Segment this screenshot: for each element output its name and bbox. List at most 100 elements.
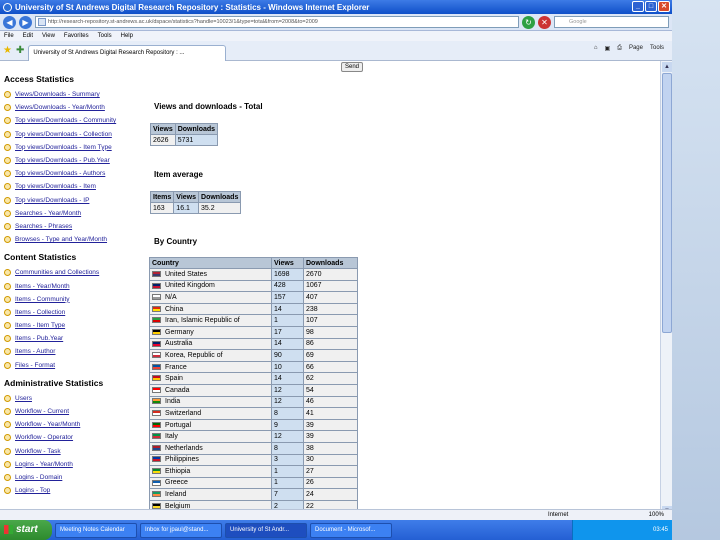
sidebar-item[interactable]: Browses - Type and Year/Month (4, 233, 149, 246)
sidebar-link[interactable]: Users (15, 395, 32, 402)
sidebar-item[interactable]: Top views/Downloads - Community (4, 114, 149, 127)
sidebar-link[interactable]: Items - Community (15, 296, 70, 303)
refresh-icon[interactable]: ↻ (522, 15, 535, 29)
average-table: Items Views Downloads 163 16.1 35.2 (149, 191, 242, 214)
scroll-up-icon[interactable]: ▲ (662, 62, 672, 72)
start-label: start (16, 524, 38, 535)
sidebar-link[interactable]: Top views/Downloads - Authors (15, 170, 105, 177)
sidebar-item[interactable]: Workflow - Current (4, 405, 149, 418)
sidebar-item[interactable]: Items - Item Type (4, 319, 149, 332)
print-icon[interactable]: ⎙ (617, 45, 622, 52)
bullet-icon (4, 209, 11, 217)
url-field[interactable]: http://research-repository.st-andrews.ac… (35, 16, 519, 28)
stop-icon[interactable]: ✕ (538, 15, 551, 29)
back-button[interactable]: ◀ (3, 15, 16, 29)
sidebar-link[interactable]: Files - Format (15, 362, 55, 369)
sidebar-link[interactable]: Items - Author (15, 348, 55, 355)
menu-help[interactable]: Help (121, 31, 133, 41)
sidebar-link[interactable]: Logins - Top (15, 487, 50, 494)
home-icon[interactable]: ⌂ (594, 45, 598, 52)
sidebar-item[interactable]: Workflow - Operator (4, 431, 149, 444)
minimize-icon[interactable]: _ (632, 1, 644, 12)
sidebar-link[interactable]: Items - Year/Month (15, 283, 70, 290)
send-button[interactable]: Send (341, 62, 363, 72)
taskbar-item-document[interactable]: Document - Microsof... (310, 522, 392, 538)
sidebar-link[interactable]: Workflow - Current (15, 408, 69, 415)
page-menu[interactable]: Page (629, 45, 643, 52)
search-input[interactable]: Google (554, 16, 669, 28)
country-name: Netherlands (165, 444, 203, 452)
sidebar-item[interactable]: Communities and Collections (4, 266, 149, 279)
sidebar-item[interactable]: Top views/Downloads - Item Type (4, 141, 149, 154)
taskbar-item-inbox[interactable]: Inbox for jpaul@stand... (140, 522, 222, 538)
sidebar-link[interactable]: Logins - Domain (15, 474, 62, 481)
sidebar-link[interactable]: Workflow - Operator (15, 434, 73, 441)
sidebar-link[interactable]: Searches - Phrases (15, 223, 72, 230)
close-icon[interactable]: ✕ (658, 1, 670, 12)
sidebar-link[interactable]: Items - Pub.Year (15, 335, 63, 342)
sidebar-item[interactable]: Items - Year/Month (4, 279, 149, 292)
sidebar-link[interactable]: Top views/Downloads - Pub.Year (15, 157, 110, 164)
sidebar-item[interactable]: Logins - Domain (4, 471, 149, 484)
sidebar-link[interactable]: Top views/Downloads - Item Type (15, 144, 112, 151)
sidebar-item[interactable]: Top views/Downloads - Authors (4, 167, 149, 180)
sidebar-item[interactable]: Logins - Year/Month (4, 458, 149, 471)
sidebar-item[interactable]: Workflow - Task (4, 445, 149, 458)
sidebar-link[interactable]: Communities and Collections (15, 269, 99, 276)
flag-icon (152, 398, 161, 405)
sidebar-link[interactable]: Workflow - Task (15, 448, 61, 455)
start-button[interactable]: start (0, 520, 52, 540)
sidebar-item[interactable]: Top views/Downloads - Pub.Year (4, 154, 149, 167)
flag-icon (152, 294, 161, 301)
taskbar-item-browser[interactable]: University of St Andr... (225, 522, 307, 538)
sidebar-item[interactable]: Views/Downloads - Year/Month (4, 101, 149, 114)
sidebar-item[interactable]: Items - Community (4, 293, 149, 306)
sidebar-item[interactable]: Searches - Phrases (4, 220, 149, 233)
scrollbar-thumb[interactable] (662, 73, 672, 333)
sidebar-item[interactable]: Workflow - Year/Month (4, 418, 149, 431)
menu-edit[interactable]: Edit (23, 31, 33, 41)
menu-view[interactable]: View (42, 31, 55, 41)
sidebar-item[interactable]: Items - Collection (4, 306, 149, 319)
vertical-scrollbar[interactable]: ▲ ▼ (660, 61, 672, 517)
sidebar-link[interactable]: Searches - Year/Month (15, 210, 81, 217)
flag-icon (152, 456, 161, 463)
sidebar-link[interactable]: Top views/Downloads - Community (15, 117, 116, 124)
sidebar-item[interactable]: Views/Downloads - Summary (4, 88, 149, 101)
browser-tab[interactable]: University of St Andrews Digital Researc… (28, 44, 227, 61)
forward-button[interactable]: ▶ (19, 15, 32, 29)
tools-menu[interactable]: Tools (650, 45, 664, 52)
sidebar-link[interactable]: Logins - Year/Month (15, 461, 73, 468)
content-statistics-group: Content Statistics Communities and Colle… (4, 252, 149, 372)
sidebar-item[interactable]: Top views/Downloads - Collection (4, 128, 149, 141)
sidebar-item[interactable]: Top views/Downloads - IP (4, 194, 149, 207)
sidebar-link[interactable]: Top views/Downloads - Item (15, 183, 96, 190)
downloads-cell: 86 (303, 337, 358, 351)
menu-favorites[interactable]: Favorites (64, 31, 89, 41)
sidebar-item[interactable]: Logins - Top (4, 484, 149, 497)
feeds-icon[interactable]: ▣ (604, 45, 610, 52)
maximize-icon[interactable]: □ (645, 1, 657, 12)
sidebar-item[interactable]: Users (4, 392, 149, 405)
sidebar-link[interactable]: Browses - Type and Year/Month (15, 236, 107, 243)
sidebar-link[interactable]: Items - Collection (15, 309, 65, 316)
sidebar-link[interactable]: Views/Downloads - Year/Month (15, 104, 105, 111)
menu-file[interactable]: File (4, 31, 14, 41)
sidebar-item[interactable]: Searches - Year/Month (4, 207, 149, 220)
zoom-level[interactable]: 100% (649, 510, 664, 520)
sidebar-item[interactable]: Top views/Downloads - Item (4, 180, 149, 193)
sidebar-link[interactable]: Workflow - Year/Month (15, 421, 80, 428)
sidebar-item[interactable]: Files - Format (4, 359, 149, 372)
views-cell: 17 (271, 325, 304, 339)
sidebar-link[interactable]: Top views/Downloads - IP (15, 197, 89, 204)
views-cell: 7 (271, 488, 304, 501)
sidebar-item[interactable]: Items - Pub.Year (4, 332, 149, 345)
favorites-star-icon[interactable]: ★ (3, 45, 12, 56)
add-favorite-icon[interactable]: ✚ (16, 45, 24, 56)
sidebar-link[interactable]: Views/Downloads - Summary (15, 91, 100, 98)
sidebar-item[interactable]: Items - Author (4, 345, 149, 358)
sidebar-link[interactable]: Top views/Downloads - Collection (15, 131, 112, 138)
menu-tools[interactable]: Tools (98, 31, 112, 41)
sidebar-link[interactable]: Items - Item Type (15, 322, 65, 329)
taskbar-item-calendar[interactable]: Meeting Notes Calendar (55, 522, 137, 538)
